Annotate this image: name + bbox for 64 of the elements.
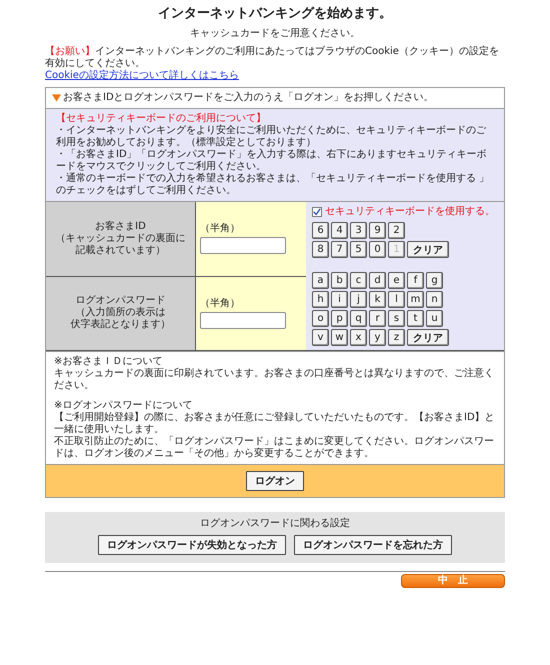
cookie-settings-link[interactable]: Cookieの設定方法について詳しくはこちら bbox=[45, 70, 239, 82]
key[interactable]: 2 bbox=[388, 222, 405, 239]
key[interactable]: p bbox=[331, 310, 348, 327]
note-text: キャッシュカードの裏面に印刷されています。お客さまの口座番号とは異なりますので、ご注意ください。 bbox=[54, 368, 495, 392]
security-info-heading: 【セキュリティキーボードのご利用について】 bbox=[56, 113, 267, 124]
checkbox[interactable] bbox=[312, 207, 322, 217]
key[interactable]: l bbox=[388, 291, 405, 308]
key[interactable]: i bbox=[331, 291, 348, 308]
page-title: インターネットバンキングを始めます。 bbox=[157, 6, 393, 22]
half-width-hint: （半角） bbox=[200, 223, 241, 236]
key[interactable]: 0 bbox=[369, 241, 386, 258]
key[interactable]: f bbox=[407, 272, 424, 289]
key[interactable]: o bbox=[312, 310, 329, 327]
key[interactable]: j bbox=[350, 291, 367, 308]
field-label: ログオンパスワード （入力箇所の表示は 伏字表記となります） bbox=[46, 276, 196, 351]
key[interactable]: b bbox=[331, 272, 348, 289]
note-text: 不正取引防止のために、「ログオンパスワード」はこまめに変更してください。ログオンパスワードは、ログオン後のメニュー「その他」から変更することができます。 bbox=[54, 436, 495, 460]
field-label: お客さまID （キャッシュカードの裏面に 記載されています） bbox=[46, 202, 196, 276]
key[interactable]: e bbox=[388, 272, 405, 289]
key[interactable]: a bbox=[312, 272, 329, 289]
key[interactable]: x bbox=[350, 329, 367, 346]
clear-key[interactable]: クリア bbox=[407, 241, 449, 258]
key[interactable]: 4 bbox=[331, 222, 348, 239]
key[interactable]: s bbox=[388, 310, 405, 327]
key[interactable]: 7 bbox=[331, 241, 348, 258]
subtitle: キャッシュカードをご用意ください。 bbox=[189, 28, 361, 40]
key[interactable]: 6 bbox=[312, 222, 329, 239]
key[interactable]: k bbox=[369, 291, 386, 308]
key[interactable]: y bbox=[369, 329, 386, 346]
checkbox-label[interactable]: セキュリティキーボードを使用する。 bbox=[325, 206, 495, 218]
key[interactable]: r bbox=[369, 310, 386, 327]
input-field[interactable] bbox=[200, 312, 286, 329]
security-info-text: ・「お客さまID」「ログオンパスワード」を入力する際は、右下にありますセキュリティキーボードをマウスでクリックしてご利用ください。 bbox=[56, 149, 488, 172]
input-field[interactable] bbox=[200, 237, 286, 254]
key[interactable]: n bbox=[426, 291, 443, 308]
key[interactable]: q bbox=[350, 310, 367, 327]
key[interactable]: h bbox=[312, 291, 329, 308]
key[interactable]: 8 bbox=[312, 241, 329, 258]
note-text: 【ご利用開始登録】の際に、お客さまが任意にご登録していただいたものです。【お客さまID】と一緒に使用いたします。 bbox=[54, 412, 496, 436]
security-info-text: ・インターネットバンキングをより安全にご利用いただくために、セキュリティキーボードのご利用をお勧めしております。（標準設定としております） bbox=[56, 125, 487, 148]
key[interactable]: 3 bbox=[350, 222, 367, 239]
security-info-text: ・通常のキーボードでの入力を希望されるお客さまは、「セキュリティキーボードを使用する 」のチェックをはずしてご利用ください。 bbox=[56, 173, 490, 197]
half-width-hint: （半角） bbox=[200, 298, 241, 310]
key[interactable]: v bbox=[312, 329, 329, 346]
key[interactable]: u bbox=[426, 310, 443, 327]
key[interactable]: m bbox=[407, 291, 424, 308]
key[interactable]: c bbox=[350, 272, 367, 289]
password-settings-button[interactable]: ログオンパスワードを忘れた方 bbox=[294, 535, 452, 555]
key[interactable]: 5 bbox=[350, 241, 367, 258]
key[interactable]: w bbox=[331, 329, 348, 346]
cookie-notice: 【お願い】インターネットバンキングのご利用にあたってはブラウザのCookie（クッキー）の設定を有効にしてください。 bbox=[45, 46, 500, 70]
triangle-icon bbox=[52, 94, 61, 102]
key[interactable]: g bbox=[426, 272, 443, 289]
key[interactable]: 9 bbox=[369, 222, 386, 239]
key[interactable]: t bbox=[407, 310, 424, 327]
password-settings-title: ログオンパスワードに関わる設定 bbox=[200, 518, 350, 530]
password-settings-button[interactable]: ログオンパスワードが失効となった方 bbox=[98, 535, 286, 555]
logon-button[interactable]: ログオン bbox=[246, 471, 304, 491]
clear-key[interactable]: クリア bbox=[407, 329, 449, 346]
instruction-text: お客さまIDとログオンパスワードをご入力のうえ「ログオン」をお押しください。 bbox=[63, 92, 434, 104]
note-heading: ※お客さまＩＤについて bbox=[54, 356, 164, 368]
key[interactable]: z bbox=[388, 329, 405, 346]
key[interactable]: d bbox=[369, 272, 386, 289]
note-heading: ※ログオンパスワードについて bbox=[54, 400, 194, 412]
